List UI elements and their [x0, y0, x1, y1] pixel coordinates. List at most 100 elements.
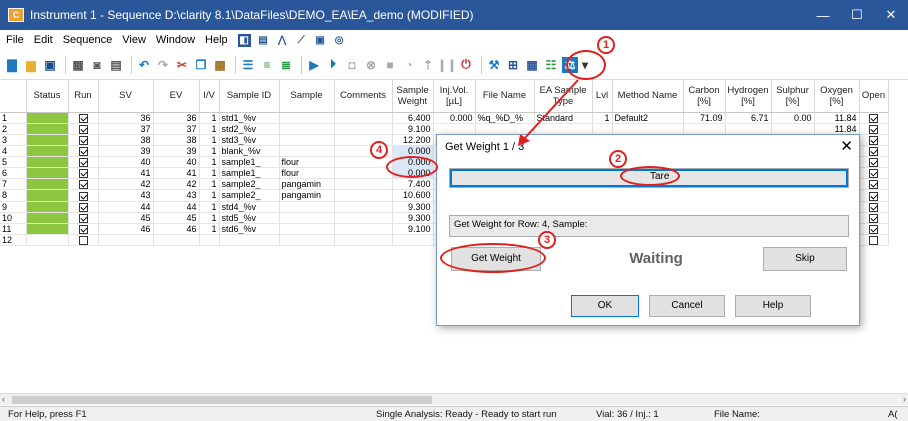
- iv-cell[interactable]: 1: [199, 178, 220, 191]
- skip-button[interactable]: Skip: [763, 247, 847, 271]
- ev-cell[interactable]: 37: [153, 123, 200, 135]
- checkbox[interactable]: [869, 180, 878, 189]
- file-name-cell[interactable]: [475, 123, 535, 135]
- col-header-sulphur[interactable]: Sulphur [%]: [771, 80, 815, 113]
- paste-icon[interactable]: ▩: [212, 57, 228, 73]
- open-icon[interactable]: ▆: [23, 57, 39, 73]
- sample-weight-cell[interactable]: [392, 234, 434, 247]
- append-row-icon[interactable]: ≡: [259, 57, 275, 73]
- horizontal-scrollbar[interactable]: ‹ ›: [0, 393, 908, 405]
- iv-cell[interactable]: 1: [199, 167, 220, 180]
- run-checkbox[interactable]: [68, 178, 99, 191]
- row-number[interactable]: 10: [0, 212, 27, 224]
- row-number[interactable]: 3: [0, 134, 27, 146]
- checkbox[interactable]: [78, 124, 88, 134]
- sulphur-cell[interactable]: 0.00: [771, 112, 815, 124]
- lvl-cell[interactable]: [592, 123, 613, 135]
- checkbox[interactable]: [78, 180, 88, 189]
- row-number[interactable]: 9: [0, 201, 27, 213]
- checkbox[interactable]: [869, 169, 878, 178]
- sample-weight-cell[interactable]: 6.400: [392, 112, 434, 124]
- run-checkbox[interactable]: [68, 189, 99, 202]
- sample-weight-cell[interactable]: 0.000: [392, 145, 434, 158]
- minimize-button[interactable]: —: [806, 8, 840, 23]
- sample-id-cell[interactable]: sample1_: [219, 167, 280, 180]
- row-number[interactable]: 2: [0, 123, 27, 135]
- checkbox[interactable]: [869, 147, 878, 156]
- status-cell[interactable]: [26, 156, 69, 169]
- sample-cell[interactable]: [279, 145, 335, 158]
- open-checkbox[interactable]: [859, 134, 889, 146]
- iv-cell[interactable]: 1: [199, 134, 220, 146]
- checkbox[interactable]: [78, 147, 88, 156]
- sample-id-cell[interactable]: sample2_: [219, 189, 280, 202]
- row-number[interactable]: 8: [0, 189, 27, 202]
- redo-icon[interactable]: ↷: [155, 57, 171, 73]
- snapshot-icon[interactable]: ◘: [344, 57, 360, 73]
- status-cell[interactable]: [26, 145, 69, 158]
- checkbox[interactable]: [869, 113, 878, 123]
- comments-cell[interactable]: [334, 223, 393, 235]
- open-checkbox[interactable]: [859, 178, 889, 191]
- checkbox[interactable]: [869, 124, 878, 134]
- sv-cell[interactable]: 43: [98, 189, 154, 202]
- checkbox[interactable]: [78, 135, 88, 145]
- col-header-sv[interactable]: SV: [98, 80, 154, 113]
- col-header-open[interactable]: Open: [859, 80, 889, 113]
- run-checkbox[interactable]: [68, 201, 99, 213]
- sample-id-cell[interactable]: std6_%v: [219, 223, 280, 235]
- sample-cell[interactable]: [279, 112, 335, 124]
- sv-cell[interactable]: 46: [98, 223, 154, 235]
- comments-cell[interactable]: [334, 189, 393, 202]
- skip-icon[interactable]: ⇡: [420, 57, 436, 73]
- undo-icon[interactable]: ↶: [136, 57, 152, 73]
- open-checkbox[interactable]: [859, 112, 889, 124]
- col-header-run[interactable]: Run: [68, 80, 99, 113]
- sample-weight-cell[interactable]: 9.300: [392, 201, 434, 213]
- run-checkbox[interactable]: [68, 156, 99, 169]
- comments-cell[interactable]: [334, 178, 393, 191]
- menu-view[interactable]: View: [122, 34, 146, 46]
- dialog-close-button[interactable]: ✕: [840, 137, 853, 155]
- sample-id-cell[interactable]: std2_%v: [219, 123, 280, 135]
- iv-cell[interactable]: 1: [199, 156, 220, 169]
- col-header-method-name[interactable]: Method Name: [612, 80, 684, 113]
- new-icon[interactable]: ▇: [4, 57, 20, 73]
- checkbox[interactable]: [869, 158, 878, 167]
- iv-cell[interactable]: 1: [199, 212, 220, 224]
- ev-cell[interactable]: 44: [153, 201, 200, 213]
- sample-cell[interactable]: pangamin: [279, 189, 335, 202]
- status-cell[interactable]: [26, 234, 69, 247]
- inj-vol-cell[interactable]: [433, 123, 476, 135]
- method-name-cell[interactable]: Default2: [612, 112, 684, 124]
- col-header-ev[interactable]: EV: [153, 80, 200, 113]
- open-checkbox[interactable]: [859, 201, 889, 213]
- abort-icon[interactable]: ⏻: [458, 57, 474, 73]
- checkbox[interactable]: [78, 236, 88, 245]
- run-icon[interactable]: ▶: [306, 57, 322, 73]
- ev-cell[interactable]: 40: [153, 156, 200, 169]
- cut-icon[interactable]: ✂: [174, 57, 190, 73]
- run-checkbox[interactable]: [68, 134, 99, 146]
- run-checkbox[interactable]: [68, 212, 99, 224]
- sample-cell[interactable]: [279, 201, 335, 213]
- sample-id-cell[interactable]: std3_%v: [219, 134, 280, 146]
- sample-id-cell[interactable]: sample2_: [219, 178, 280, 191]
- open-checkbox[interactable]: [859, 167, 889, 180]
- comments-cell[interactable]: [334, 167, 393, 180]
- row-number[interactable]: 1: [0, 112, 27, 124]
- checkbox[interactable]: [869, 191, 878, 200]
- method-icon[interactable]: ⋀: [276, 34, 289, 47]
- comments-cell[interactable]: [334, 212, 393, 224]
- scrollbar-thumb[interactable]: [12, 396, 432, 404]
- run-next-icon[interactable]: ⏵: [325, 57, 341, 73]
- sample-cell[interactable]: flour: [279, 156, 335, 169]
- sv-cell[interactable]: 37: [98, 123, 154, 135]
- sample-cell[interactable]: [279, 134, 335, 146]
- run-checkbox[interactable]: [68, 167, 99, 180]
- carbon-cell[interactable]: 71.09: [683, 112, 726, 124]
- print-icon[interactable]: ▦: [70, 57, 86, 73]
- open-checkbox[interactable]: [859, 189, 889, 202]
- ev-cell[interactable]: 43: [153, 189, 200, 202]
- calibration-icon[interactable]: ▤: [257, 34, 270, 47]
